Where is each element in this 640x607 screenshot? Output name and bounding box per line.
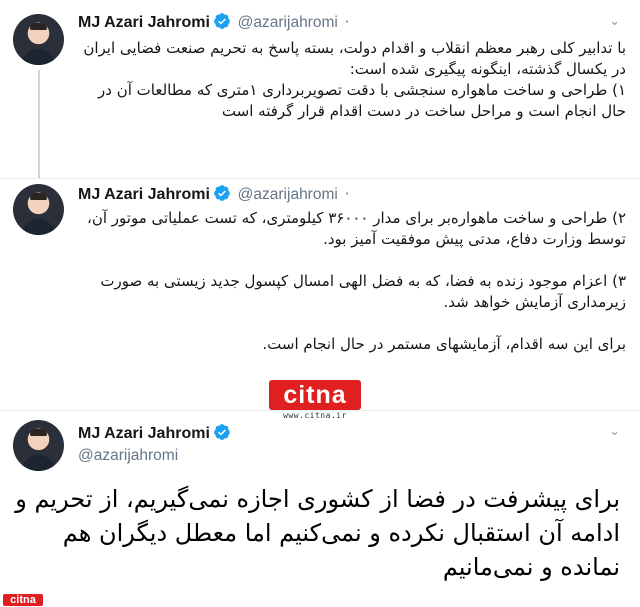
tweet-header: MJ Azari Jahromi xyxy=(78,423,233,446)
avatar[interactable] xyxy=(13,14,64,65)
thread-line xyxy=(38,70,40,178)
separator-dot: · xyxy=(344,13,350,31)
verified-badge-icon xyxy=(213,423,231,446)
handle-line: @azarijahromi xyxy=(78,445,178,466)
tweet-header: MJ Azari Jahromi @azarijahromi · xyxy=(78,184,349,207)
avatar[interactable] xyxy=(13,184,64,235)
verified-badge-icon xyxy=(213,12,231,35)
tweet-1[interactable]: MJ Azari Jahromi @azarijahromi · ⌄ با تد… xyxy=(0,0,640,178)
tweet-2[interactable]: MJ Azari Jahromi @azarijahromi · ۲) طراح… xyxy=(0,178,640,374)
author-name[interactable]: MJ Azari Jahromi xyxy=(78,425,210,442)
tweet-text: ۲) طراحی و ساخت ماهواره‌بر برای مدار ۳۶۰… xyxy=(86,209,626,353)
logo-text: citna xyxy=(269,380,361,410)
chevron-down-icon[interactable]: ⌄ xyxy=(609,14,620,29)
avatar[interactable] xyxy=(13,420,64,471)
author-handle[interactable]: @azarijahromi xyxy=(238,186,338,203)
separator-dot: · xyxy=(344,185,350,203)
author-name[interactable]: MJ Azari Jahromi xyxy=(78,186,210,203)
tweet-text-large: برای پیشرفت در فضا از کشوری اجازه نمی‌گی… xyxy=(15,485,620,581)
tweet-header: MJ Azari Jahromi @azarijahromi · xyxy=(78,12,349,35)
author-handle[interactable]: @azarijahromi xyxy=(238,14,338,31)
author-handle[interactable]: @azarijahromi xyxy=(78,447,178,464)
tweet-text: با تدابیر کلی رهبر معظم انقلاب و اقدام د… xyxy=(83,39,626,120)
verified-badge-icon xyxy=(213,184,231,207)
corner-logo: citna xyxy=(3,594,43,606)
author-name[interactable]: MJ Azari Jahromi xyxy=(78,14,210,31)
chevron-down-icon[interactable]: ⌄ xyxy=(609,424,620,439)
